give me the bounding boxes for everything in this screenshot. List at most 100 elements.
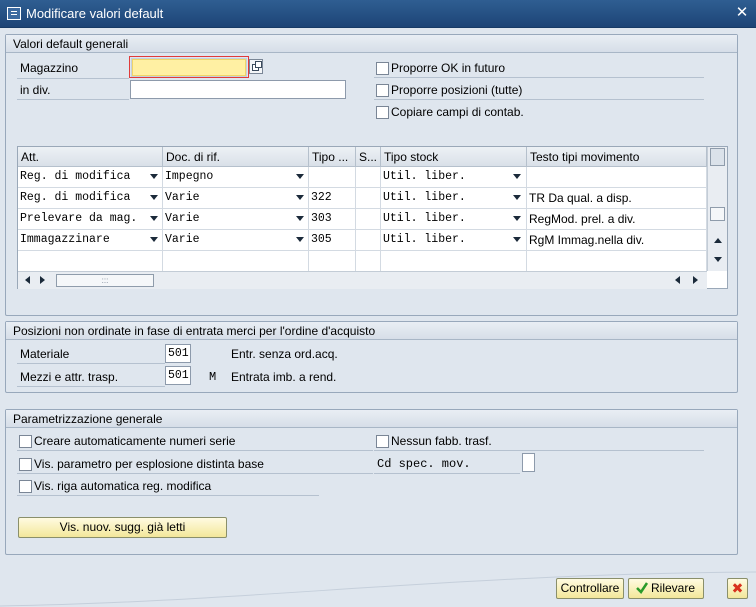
doc-cell[interactable]: Impegno [163,167,309,188]
copiare-campi-checkbox[interactable] [376,106,389,119]
dropdown-arrow-icon[interactable] [150,237,158,242]
att-cell[interactable]: Reg. di modifica [18,188,163,209]
magazzino-underline [17,78,129,79]
cd-spec-label: Cd spec. mov. [377,457,471,471]
att-value: Prelevare da mag. [20,212,138,225]
scroll-right-icon[interactable] [40,276,45,284]
dropdown-arrow-icon[interactable] [296,174,304,179]
window-title: Modificare valori default [26,6,164,21]
tipo-cell[interactable] [309,167,356,188]
materiale-label: Materiale [20,347,70,361]
dropdown-arrow-icon[interactable] [150,174,158,179]
table-row[interactable]: Reg. di modifica Impegno Util. liber. [18,167,707,188]
doc-cell[interactable]: Varie [163,230,309,251]
proporre-ok-checkbox[interactable] [376,62,389,75]
proporre-ok-underline [374,77,704,78]
col-header-att[interactable]: Att. [18,147,163,167]
att-value: Reg. di modifica [20,191,131,204]
cd-spec-input[interactable] [522,453,535,472]
edit-window-icon [7,7,21,20]
in-div-input[interactable] [130,80,346,99]
mezzi-input[interactable]: 501 [165,366,191,385]
scroll-left-end-icon[interactable] [675,276,680,284]
dropdown-arrow-icon[interactable] [513,195,521,200]
scroll-down-icon[interactable] [714,257,722,262]
s-cell[interactable] [356,188,381,209]
auto-row-checkbox[interactable] [19,480,32,493]
s-cell[interactable] [356,230,381,251]
bom-explosion-checkbox[interactable] [19,458,32,471]
col-header-tipo[interactable]: Tipo ... [309,147,356,167]
dropdown-arrow-icon[interactable] [513,237,521,242]
doc-value: Impegno [165,170,214,183]
table-row-empty[interactable] [18,251,707,271]
hscroll-thumb[interactable]: ::: [56,274,154,287]
testo-cell: TR Da qual. a disp. [527,188,707,209]
dropdown-arrow-icon[interactable] [513,174,521,179]
proporre-posizioni-underline [374,99,704,100]
mezzi-label: Mezzi e attr. trasp. [20,370,119,384]
nessun-fabb-checkbox[interactable] [376,435,389,448]
stock-value: Util. liber. [383,191,466,204]
stock-cell[interactable]: Util. liber. [381,188,527,209]
mezzi-underline [17,386,165,387]
select-all-corner[interactable] [710,148,725,166]
att-value: Immagazzinare [20,233,110,246]
table-vertical-scrollbar[interactable] [707,147,727,271]
att-cell[interactable]: Reg. di modifica [18,167,163,188]
materiale-input[interactable]: 501 [165,344,191,363]
doc-cell[interactable]: Varie [163,209,309,230]
value-help-icon[interactable] [249,59,263,74]
scroll-up-icon[interactable] [714,238,722,243]
serial-numbers-checkbox[interactable] [19,435,32,448]
dropdown-arrow-icon[interactable] [513,216,521,221]
bom-explosion-underline [17,473,373,474]
dropdown-arrow-icon[interactable] [150,216,158,221]
s-cell[interactable] [356,167,381,188]
dropdown-arrow-icon[interactable] [150,195,158,200]
testo-cell: RegMod. prel. a div. [527,209,707,230]
empty-cell [381,251,527,271]
nessun-fabb-label: Nessun fabb. trasf. [391,434,492,448]
show-read-proposals-button[interactable]: Vis. nuov. sugg. già letti [18,517,227,538]
close-icon[interactable]: ✕ [734,5,750,21]
empty-cell [18,251,163,271]
col-header-s[interactable]: S... [356,147,381,167]
rilevare-label: Rilevare [650,581,695,595]
doc-cell[interactable]: Varie [163,188,309,209]
serial-numbers-underline [17,450,373,451]
unordered-items-header: Posizioni non ordinate in fase di entrat… [6,322,737,340]
stock-cell[interactable]: Util. liber. [381,230,527,251]
table-horizontal-scrollbar[interactable]: ::: [18,271,707,289]
scroll-left-icon[interactable] [25,276,30,284]
table-row[interactable]: Reg. di modifica Varie 322 Util. liber. … [18,188,707,209]
dropdown-arrow-icon[interactable] [296,237,304,242]
s-cell[interactable] [356,209,381,230]
in-div-label: in div. [20,83,51,97]
dropdown-arrow-icon[interactable] [296,195,304,200]
in-div-underline [17,99,129,100]
rilevare-button[interactable]: Rilevare [628,578,704,599]
col-header-doc[interactable]: Doc. di rif. [163,147,309,167]
scroll-right-end-icon[interactable] [693,276,698,284]
stock-cell[interactable]: Util. liber. [381,209,527,230]
magazzino-input[interactable] [131,58,247,77]
att-cell[interactable]: Immagazzinare [18,230,163,251]
cancel-icon: ✖ [731,580,744,596]
col-header-testo[interactable]: Testo tipi movimento [527,147,707,167]
tipo-cell[interactable]: 305 [309,230,356,251]
table-row[interactable]: Immagazzinare Varie 305 Util. liber. RgM… [18,230,707,251]
tipo-cell[interactable]: 303 [309,209,356,230]
cancel-button[interactable]: ✖ [727,578,748,599]
movement-table: Att. Doc. di rif. Tipo ... S... Tipo sto… [17,146,728,289]
magazzino-label: Magazzino [20,61,79,75]
controllare-button[interactable]: Controllare [556,578,624,599]
col-header-stock[interactable]: Tipo stock [381,147,527,167]
stock-cell[interactable]: Util. liber. [381,167,527,188]
table-row[interactable]: Prelevare da mag. Varie 303 Util. liber.… [18,209,707,230]
dropdown-arrow-icon[interactable] [296,216,304,221]
scroll-thumb[interactable] [710,207,725,221]
att-cell[interactable]: Prelevare da mag. [18,209,163,230]
proporre-posizioni-checkbox[interactable] [376,84,389,97]
tipo-cell[interactable]: 322 [309,188,356,209]
